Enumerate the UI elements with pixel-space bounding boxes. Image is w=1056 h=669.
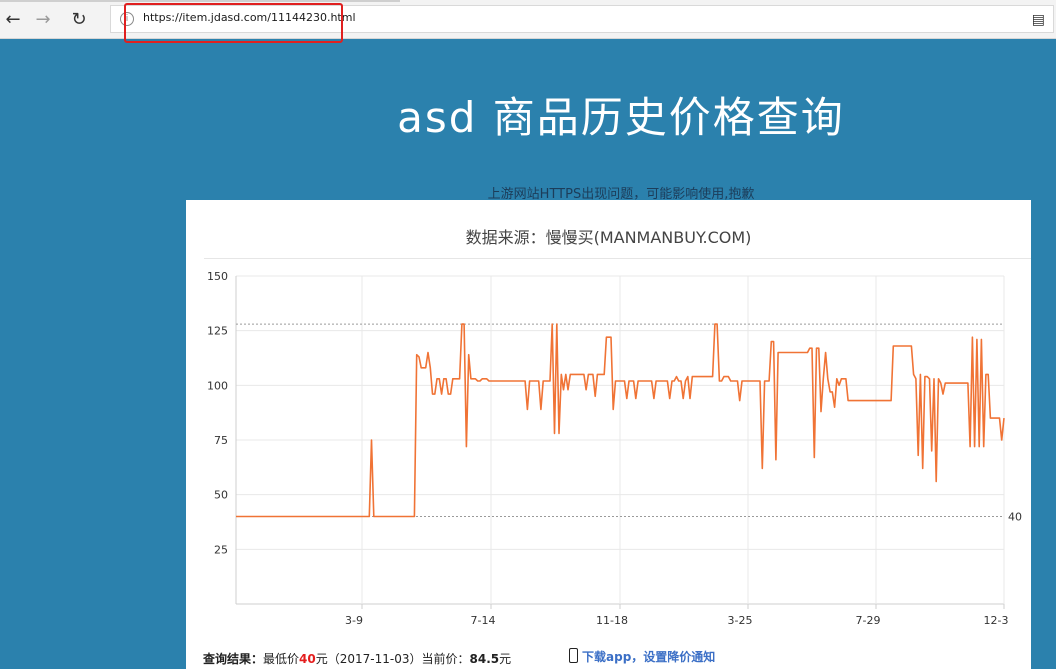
price-history-chart[interactable]: 25 50 75 100 125 150 3-9 7-14 11-18 3-25 7-29 12-3 4… — [186, 260, 1031, 640]
tab-strip — [0, 0, 400, 2]
back-arrow-icon[interactable]: ← — [0, 7, 26, 31]
card-title: 数据来源：慢慢买(MANMANBUY.COM) — [465, 228, 752, 247]
download-app-text[interactable]: 下载app，设置降价通知 — [582, 650, 715, 664]
page-title: asd 商品历史价格查询 — [397, 93, 845, 142]
y-tick-label: 125 — [207, 325, 228, 338]
x-tick-label: 3-25 — [728, 614, 753, 627]
reference-label: 40 — [1008, 511, 1022, 524]
y-tick-label: 75 — [214, 434, 228, 447]
current-price-prefix: 当前价： — [421, 652, 470, 666]
download-app-link[interactable]: 下载app，设置降价通知 — [569, 648, 715, 665]
url-highlight-annotation — [124, 3, 343, 43]
y-tick-label: 25 — [214, 543, 228, 556]
refresh-icon[interactable]: ↻ — [66, 7, 92, 31]
lowest-price-date: （2017-11-03） — [327, 652, 422, 666]
current-price-value: 84.5 — [469, 652, 500, 666]
card-divider — [204, 258, 1031, 259]
reading-view-icon[interactable]: ▤ — [1032, 12, 1045, 28]
current-price-unit: 元 — [499, 652, 512, 666]
y-tick-label: 50 — [214, 489, 228, 502]
phone-icon — [569, 648, 578, 663]
y-tick-label: 100 — [207, 379, 228, 392]
x-tick-label: 7-29 — [856, 614, 881, 627]
x-tick-label: 3-9 — [345, 614, 363, 627]
price-chart-card: 数据来源：慢慢买(MANMANBUY.COM) 25 50 75 100 125 150 3… — [186, 200, 1031, 669]
x-tick-label: 11-18 — [596, 614, 628, 627]
x-tick-label: 12-3 — [984, 614, 1009, 627]
forward-arrow-icon[interactable]: → — [30, 7, 56, 31]
query-result: 查询结果：最低价40元（2017-11-03）当前价：84.5元 — [203, 650, 511, 667]
y-tick-label: 150 — [207, 270, 228, 283]
result-label: 查询结果： — [203, 652, 264, 666]
lowest-price-prefix: 最低价 — [263, 652, 300, 666]
lowest-price-value: 40 — [299, 652, 316, 666]
lowest-price-unit: 元 — [315, 652, 328, 666]
x-tick-label: 7-14 — [471, 614, 496, 627]
